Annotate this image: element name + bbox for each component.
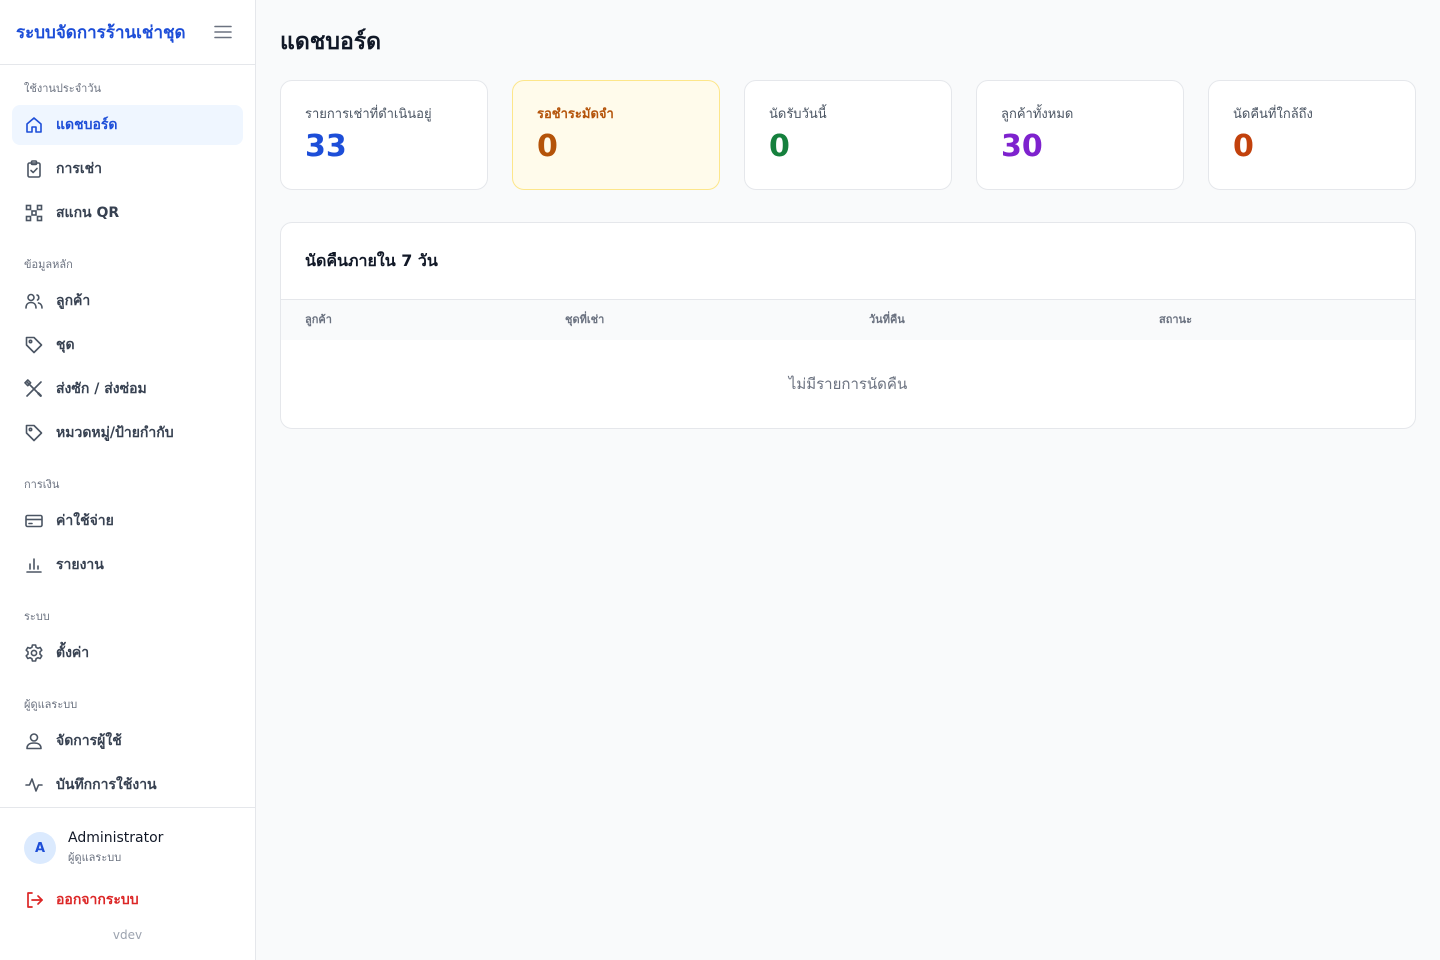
sidebar-item-label: ลูกค้า [56, 293, 91, 309]
sidebar-item-label: รายงาน [56, 557, 104, 573]
column-header-status: สถานะ [1159, 313, 1192, 326]
sidebar-item-label: สแกน QR [56, 205, 120, 221]
stat-value: 33 [305, 129, 347, 164]
empty-state: ไม่มีรายการนัดคืน [788, 375, 908, 393]
sidebar-nav: ใช้งานประจำวัน แดชบอร์ด การเช่า สแกน QR … [0, 65, 255, 805]
section-label-daily: ใช้งานประจำวัน [24, 82, 102, 95]
qr-scan-icon [24, 203, 44, 223]
tag-icon [24, 335, 44, 355]
stat-card-active-rentals[interactable]: รายการเช่าที่ดำเนินอยู่ 33 [280, 80, 488, 190]
sidebar-item-categories[interactable]: หมวดหมู่/ป้ายกำกับ [12, 413, 243, 453]
stat-label: รายการเช่าที่ดำเนินอยู่ [305, 107, 432, 122]
stats-row: รายการเช่าที่ดำเนินอยู่ 33 รอชำระมัดจำ 0… [280, 80, 1416, 190]
main-content: แดชบอร์ด รายการเช่าที่ดำเนินอยู่ 33 รอชำ… [280, 0, 1416, 429]
sidebar-item-dashboard[interactable]: แดชบอร์ด [12, 105, 243, 145]
stat-label: ลูกค้าทั้งหมด [1001, 107, 1074, 122]
page-title: แดชบอร์ด [280, 29, 382, 55]
sidebar-item-label: หมวดหมู่/ป้ายกำกับ [56, 425, 174, 441]
stat-label: นัดคืนที่ใกล้ถึง [1233, 107, 1313, 122]
stat-card-pickups-today[interactable]: นัดรับวันนี้ 0 [744, 80, 952, 190]
sidebar-item-label: บันทึกการใช้งาน [56, 777, 157, 793]
section-label-system: ระบบ [24, 610, 50, 623]
stat-value: 0 [769, 129, 790, 164]
column-header-return-date: วันที่คืน [869, 313, 905, 326]
returns-panel: นัดคืนภายใน 7 วัน ลูกค้า ชุดที่เช่า วันท… [280, 222, 1416, 429]
sidebar: ระบบจัดการร้านเช่าชุด ใช้งานประจำวัน แดช… [0, 0, 256, 960]
sidebar-item-reports[interactable]: รายงาน [12, 545, 243, 585]
stat-card-pending-deposit[interactable]: รอชำระมัดจำ 0 [512, 80, 720, 190]
bar-chart-icon [24, 555, 44, 575]
logout-button[interactable]: ออกจากระบบ [0, 888, 255, 912]
stat-value: 0 [1233, 129, 1254, 164]
logout-label: ออกจากระบบ [56, 892, 139, 908]
stat-value: 0 [537, 129, 558, 164]
user-profile[interactable]: A Administrator ผู้ดูแลระบบ [0, 808, 255, 866]
sidebar-item-label: ตั้งค่า [56, 645, 90, 661]
sidebar-footer: A Administrator ผู้ดูแลระบบ ออกจากระบบ v… [0, 807, 255, 960]
stat-card-total-customers[interactable]: ลูกค้าทั้งหมด 30 [976, 80, 1184, 190]
user-icon [24, 731, 44, 751]
section-label-master: ข้อมูลหลัก [24, 258, 73, 271]
sidebar-item-label: จัดการผู้ใช้ [56, 733, 122, 749]
sidebar-item-label: ส่งซัก / ส่งซ่อม [56, 381, 147, 397]
table-header: ลูกค้า ชุดที่เช่า วันที่คืน สถานะ [281, 300, 1415, 340]
panel-title: นัดคืนภายใน 7 วัน [305, 251, 438, 270]
user-role: ผู้ดูแลระบบ [68, 851, 122, 864]
logout-icon [24, 890, 44, 910]
sidebar-item-label: แดชบอร์ด [56, 117, 118, 133]
column-header-customer: ลูกค้า [305, 313, 332, 326]
clipboard-check-icon [24, 159, 44, 179]
sidebar-item-users[interactable]: จัดการผู้ใช้ [12, 721, 243, 761]
sidebar-item-customers[interactable]: ลูกค้า [12, 281, 243, 321]
sidebar-item-activity-log[interactable]: บันทึกการใช้งาน [12, 765, 243, 805]
avatar: A [24, 832, 56, 864]
section-label-finance: การเงิน [24, 478, 60, 491]
stat-label: นัดรับวันนี้ [769, 107, 827, 122]
sidebar-item-settings[interactable]: ตั้งค่า [12, 633, 243, 673]
stat-label: รอชำระมัดจำ [537, 107, 614, 122]
credit-card-icon [24, 511, 44, 531]
sidebar-item-rentals[interactable]: การเช่า [12, 149, 243, 189]
sidebar-item-laundry[interactable]: ส่งซัก / ส่งซ่อม [12, 369, 243, 409]
tools-icon [24, 379, 44, 399]
menu-toggle-icon[interactable] [211, 20, 235, 44]
panel-header: นัดคืนภายใน 7 วัน [281, 223, 1415, 300]
activity-icon [24, 775, 44, 795]
sidebar-item-label: ชุด [56, 337, 75, 353]
sidebar-item-expenses[interactable]: ค่าใช้จ่าย [12, 501, 243, 541]
sidebar-item-scan-qr[interactable]: สแกน QR [12, 193, 243, 233]
app-brand[interactable]: ระบบจัดการร้านเช่าชุด [16, 19, 186, 46]
column-header-outfit: ชุดที่เช่า [565, 313, 605, 326]
user-name: Administrator [68, 830, 164, 846]
app-version: vdev [112, 928, 143, 942]
stat-card-upcoming-returns[interactable]: นัดคืนที่ใกล้ถึง 0 [1208, 80, 1416, 190]
section-label-admin: ผู้ดูแลระบบ [24, 698, 78, 711]
sidebar-header: ระบบจัดการร้านเช่าชุด [0, 0, 255, 65]
gear-icon [24, 643, 44, 663]
home-icon [24, 115, 44, 135]
tag-icon [24, 423, 44, 443]
sidebar-item-label: ค่าใช้จ่าย [56, 513, 114, 529]
sidebar-item-outfits[interactable]: ชุด [12, 325, 243, 365]
sidebar-item-label: การเช่า [56, 161, 103, 177]
users-icon [24, 291, 44, 311]
stat-value: 30 [1001, 129, 1043, 164]
